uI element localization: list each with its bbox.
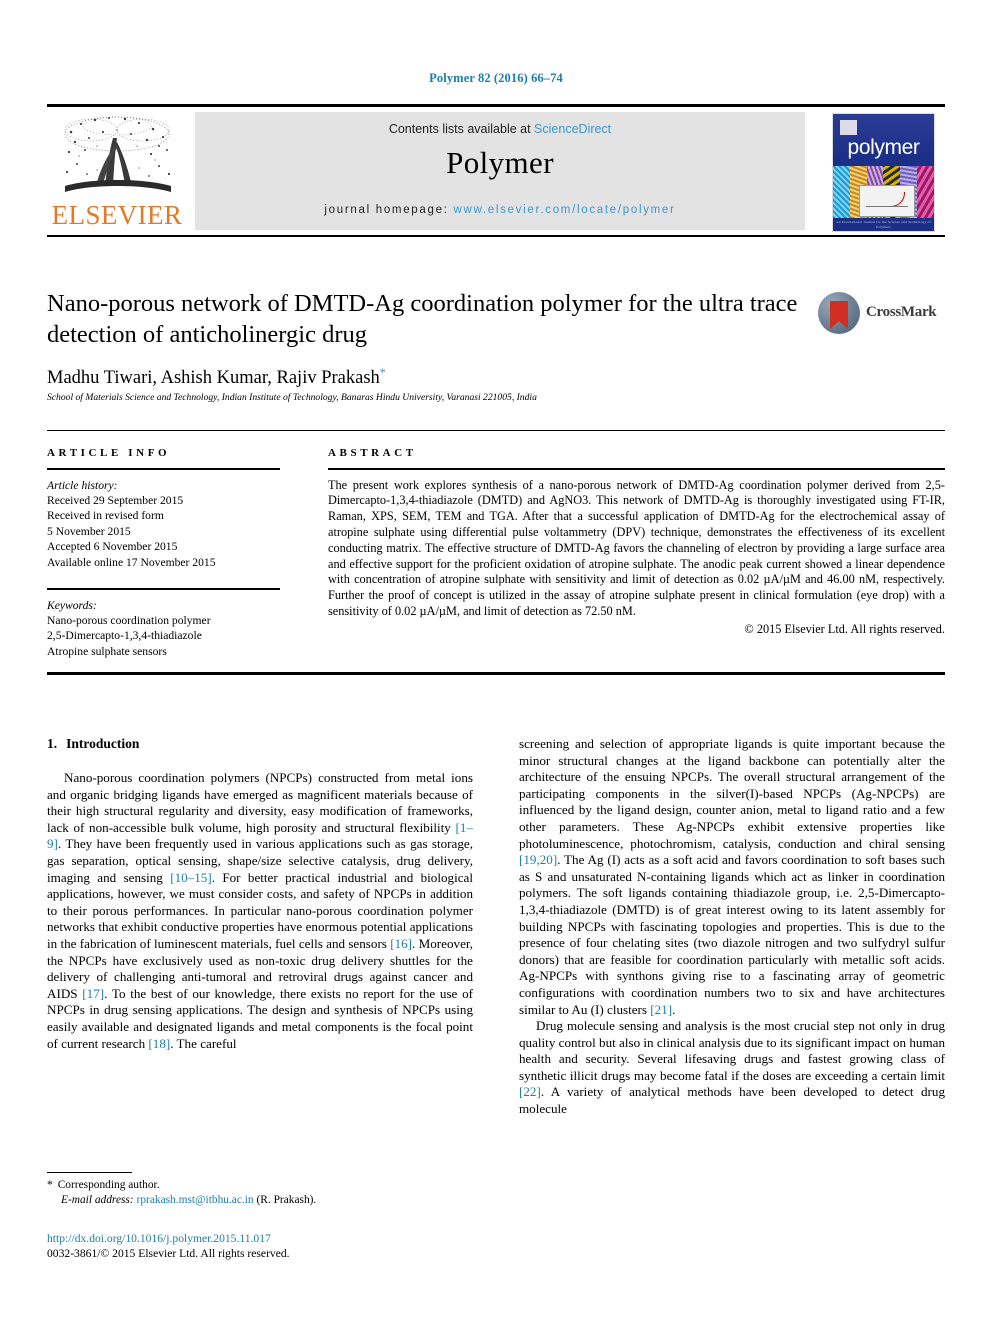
issn-copyright: 0032-3861/© 2015 Elsevier Ltd. All right… <box>47 1247 290 1260</box>
contents-prefix: Contents lists available at <box>388 122 535 136</box>
citation-ref[interactable]: [19,20] <box>519 852 557 867</box>
journal-homepage-line: journal homepage: www.elsevier.com/locat… <box>195 204 805 216</box>
email-label: E-mail address: <box>61 1193 134 1206</box>
section-number: 1. <box>47 736 58 751</box>
article-info-column: ARTICLE INFO Article history: Received 2… <box>47 447 280 659</box>
article-info-rule <box>47 468 280 470</box>
crossmark-label: CrossMark <box>866 304 937 320</box>
elsevier-logo: ELSEVIER <box>47 112 187 232</box>
keyword-item: Atropine sulphate sensors <box>47 644 167 658</box>
paragraph-text: . To the best of our knowledge, there ex… <box>47 985 473 1051</box>
history-item: Received 29 September 2015 <box>47 494 184 507</box>
section-title: Introduction <box>66 736 140 751</box>
email-note: E-mail address: rprakash.mst@itbhu.ac.in… <box>47 1193 477 1208</box>
footnote-rule <box>47 1172 132 1173</box>
doi-link[interactable]: http://dx.doi.org/10.1016/j.polymer.2015… <box>47 1231 477 1246</box>
abstract-column: ABSTRACT The present work explores synth… <box>328 447 945 638</box>
corresponding-author-marker: * <box>379 365 386 379</box>
paragraph-text: Drug molecule sensing and analysis is th… <box>519 1018 945 1083</box>
abstract-text: The present work explores synthesis of a… <box>328 477 945 618</box>
history-item: Accepted 6 November 2015 <box>47 540 178 554</box>
email-link[interactable]: rprakash.mst@itbhu.ac.in <box>137 1194 254 1206</box>
citation-ref[interactable]: [16] <box>390 936 412 951</box>
abstract-top-rule <box>47 430 945 432</box>
masthead-bottom-rule <box>47 235 945 237</box>
journal-masthead: ELSEVIER Contents lists available at Sci… <box>47 110 945 232</box>
doi-block: http://dx.doi.org/10.1016/j.polymer.2015… <box>47 1231 477 1261</box>
cover-title: polymer <box>847 136 920 159</box>
keyword-item: 2,5-Dimercapto-1,3,4-thiadiazole <box>47 629 202 643</box>
paragraph-text: screening and selection of appropriate l… <box>519 736 945 851</box>
citation-ref[interactable]: [21] <box>650 1002 672 1017</box>
journal-homepage-link[interactable]: www.elsevier.com/locate/polymer <box>453 204 675 216</box>
abstract-copyright: © 2015 Elsevier Ltd. All rights reserved… <box>744 621 945 636</box>
journal-name: Polymer <box>446 145 554 180</box>
paragraph-text: . <box>672 1001 676 1017</box>
contents-available-line: Contents lists available at ScienceDirec… <box>195 122 805 136</box>
section-heading-introduction: 1. Introduction <box>47 736 473 752</box>
body-column-right: screening and selection of appropriate l… <box>519 736 945 1118</box>
elsevier-tree-icon <box>51 112 183 200</box>
cover-image: polymer An International Journal for the… <box>833 114 934 231</box>
history-item: 5 November 2015 <box>47 524 131 538</box>
paragraph: screening and selection of appropriate l… <box>519 736 945 1018</box>
history-item: Received in revised form <box>47 509 164 523</box>
footnote-star: * <box>47 1179 53 1191</box>
cover-elsevier-mark <box>840 120 857 135</box>
body-column-left: 1. Introduction Nano-porous coordination … <box>47 736 473 1052</box>
paragraph-text: . The Ag (I) acts as a soft acid and fav… <box>519 852 945 1017</box>
history-item: Available online 17 November 2015 <box>47 555 216 569</box>
abstract-bottom-rule <box>47 672 945 675</box>
abstract-rule <box>328 468 945 470</box>
paragraph-text: Nano-porous coordination polymers (NPCPs… <box>47 770 473 835</box>
page-title: Nano-porous network of DMTD-Ag coordinat… <box>47 290 798 348</box>
footnote: * Corresponding author. E-mail address: r… <box>47 1178 477 1207</box>
paragraph-text: . A variety of analytical methods have b… <box>519 1084 945 1117</box>
keywords-rule <box>47 588 280 590</box>
crossmark-ribbon-icon <box>830 301 848 329</box>
article-page: Polymer 82 (2016) 66–74 ELSEVIER Content… <box>0 0 992 1323</box>
keywords-label: Keywords: <box>47 598 97 612</box>
citation-ref[interactable]: [17] <box>82 986 104 1001</box>
abstract-heading: ABSTRACT <box>328 447 417 459</box>
email-owner: (R. Prakash). <box>256 1193 317 1206</box>
citation-ref[interactable]: [22] <box>519 1084 541 1099</box>
paragraph-text: . The careful <box>170 1035 237 1051</box>
crossmark-circle-icon <box>818 292 860 334</box>
author-names: Madhu Tiwari, Ashish Kumar, Rajiv Prakas… <box>47 368 380 389</box>
journal-cover-thumbnail[interactable]: polymer An International Journal for the… <box>822 110 945 232</box>
paragraph: Nano-porous coordination polymers (NPCPs… <box>47 770 473 1052</box>
paragraph: Drug molecule sensing and analysis is th… <box>519 1018 945 1118</box>
running-head: Polymer 82 (2016) 66–74 <box>429 71 563 85</box>
corresponding-author-note: * Corresponding author. <box>47 1178 477 1193</box>
cover-inset-chart <box>859 185 915 217</box>
homepage-prefix: journal homepage: <box>324 204 454 216</box>
keyword-item: Nano-porous coordination polymer <box>47 614 211 628</box>
cover-footer-text: An International Journal for the Science… <box>836 220 931 229</box>
masthead-box: Contents lists available at ScienceDirec… <box>195 112 805 230</box>
author-list: Madhu Tiwari, Ashish Kumar, Rajiv Prakas… <box>47 360 807 390</box>
elsevier-wordmark: ELSEVIER <box>51 200 183 230</box>
sciencedirect-link[interactable]: ScienceDirect <box>534 122 611 136</box>
citation-ref[interactable]: [10–15] <box>170 870 211 885</box>
title-block: Nano-porous network of DMTD-Ag coordinat… <box>47 288 807 350</box>
citation-ref[interactable]: [18] <box>148 1036 170 1051</box>
article-history-label: Article history: <box>47 478 118 492</box>
article-info-heading: ARTICLE INFO <box>47 447 171 459</box>
masthead-top-rule <box>47 104 945 107</box>
crossmark-badge[interactable]: CrossMark <box>818 290 937 336</box>
corresponding-author-label: Corresponding author. <box>57 1179 160 1191</box>
affiliation: School of Materials Science and Technolo… <box>47 392 537 403</box>
